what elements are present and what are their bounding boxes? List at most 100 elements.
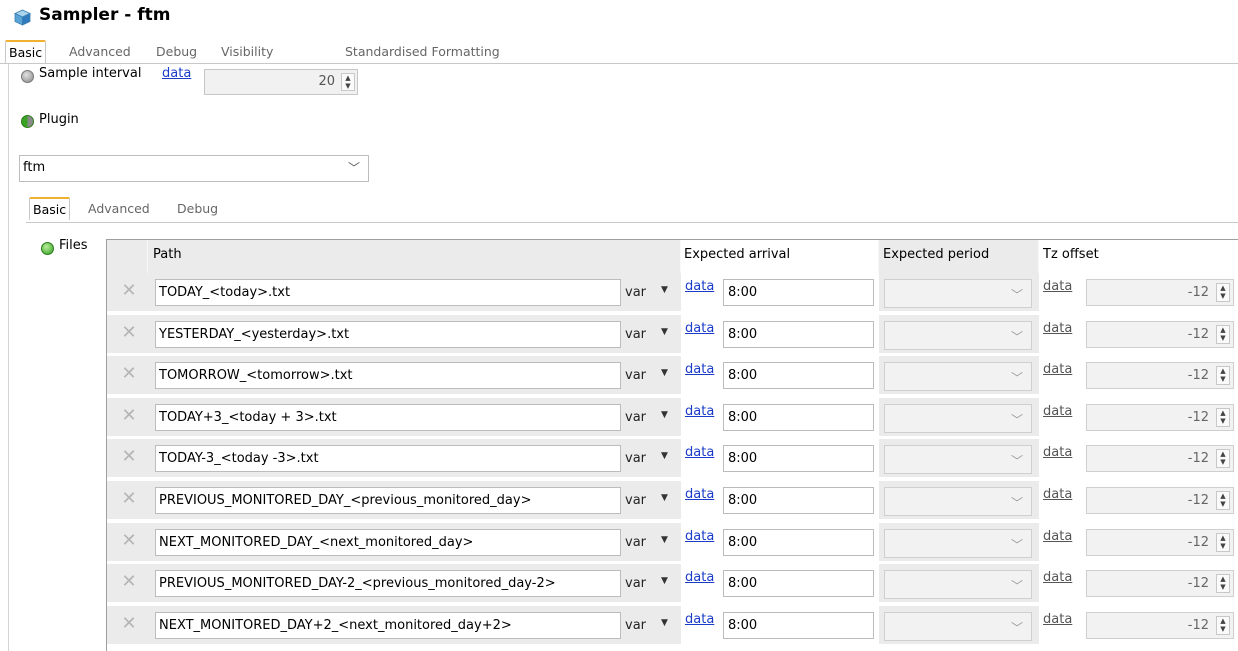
arrival-data-link[interactable]: data (685, 279, 714, 294)
files-radio[interactable] (41, 242, 54, 255)
spinner-arrows-icon[interactable]: ▲ ▼ (1216, 491, 1230, 510)
caret-down-icon[interactable]: ▼ (661, 493, 668, 503)
tz-data-link[interactable]: data (1043, 362, 1072, 377)
arrival-data-link[interactable]: data (685, 487, 714, 502)
expected-period-select[interactable]: ﹀ (884, 445, 1032, 475)
delete-x-icon[interactable]: ✕ (121, 573, 137, 591)
tz-offset-spinner[interactable]: -12 ▲ ▼ (1086, 279, 1234, 306)
tz-data-link[interactable]: data (1043, 570, 1072, 585)
expected-arrival-input[interactable]: 8:00 (723, 528, 874, 556)
var-menu[interactable]: var (625, 327, 646, 342)
tab-basic[interactable]: Basic (5, 40, 47, 63)
delete-x-icon[interactable]: ✕ (121, 406, 137, 424)
tz-offset-spinner[interactable]: -12 ▲ ▼ (1086, 362, 1234, 390)
caret-down-icon[interactable]: ▼ (661, 535, 668, 545)
inner-tab-basic[interactable]: Basic (29, 197, 71, 220)
spinner-arrows-icon[interactable]: ▲ ▼ (1216, 366, 1230, 386)
caret-down-icon[interactable]: ▼ (661, 327, 668, 337)
path-input[interactable]: NEXT_MONITORED_DAY+2_<next_monitored_day… (155, 611, 621, 639)
tz-offset-spinner[interactable]: -12 ▲ ▼ (1086, 445, 1234, 473)
spinner-arrows-icon[interactable]: ▲ ▼ (1216, 407, 1230, 427)
expected-arrival-input[interactable]: 8:00 (723, 320, 874, 348)
tz-data-link[interactable]: data (1043, 321, 1072, 336)
plugin-select[interactable]: ftm ﹀ (19, 155, 369, 182)
expected-period-select[interactable]: ﹀ (884, 611, 1032, 641)
spinner-arrows-icon[interactable]: ▲ ▼ (341, 73, 355, 91)
spinner-arrows-icon[interactable]: ▲ ▼ (1216, 574, 1230, 594)
expected-arrival-input[interactable]: 8:00 (723, 362, 874, 390)
delete-x-icon[interactable]: ✕ (121, 448, 137, 466)
expected-arrival-input[interactable]: 8:00 (723, 487, 874, 514)
expected-period-select[interactable]: ﹀ (884, 528, 1032, 558)
path-input[interactable]: TODAY_<today>.txt (155, 279, 621, 306)
var-menu[interactable]: var (625, 451, 646, 466)
tab-debug[interactable]: Debug (156, 41, 197, 64)
sample-interval-data-link[interactable]: data (162, 66, 191, 81)
tz-data-link[interactable]: data (1043, 404, 1072, 419)
expected-arrival-input[interactable]: 8:00 (723, 279, 874, 306)
tab-standardised-formatting[interactable]: Standardised Formatting (345, 41, 500, 64)
var-menu[interactable]: var (625, 368, 646, 383)
tab-advanced[interactable]: Advanced (69, 41, 131, 64)
caret-down-icon[interactable]: ▼ (661, 451, 668, 461)
inner-tab-advanced[interactable]: Advanced (88, 198, 150, 221)
spinner-arrows-icon[interactable]: ▲ ▼ (1216, 615, 1230, 635)
var-menu[interactable]: var (625, 285, 646, 300)
path-input[interactable]: PREVIOUS_MONITORED_DAY-2_<previous_monit… (155, 570, 621, 598)
expected-arrival-input[interactable]: 8:00 (723, 611, 874, 639)
caret-down-icon[interactable]: ▼ (661, 410, 668, 420)
caret-down-icon[interactable]: ▼ (661, 618, 668, 628)
path-input[interactable]: PREVIOUS_MONITORED_DAY_<previous_monitor… (155, 487, 621, 514)
path-input[interactable]: TODAY-3_<today -3>.txt (155, 445, 621, 473)
path-input[interactable]: TODAY+3_<today + 3>.txt (155, 403, 621, 431)
expected-period-select[interactable]: ﹀ (884, 279, 1032, 308)
caret-down-icon[interactable]: ▼ (661, 368, 668, 378)
arrival-data-link[interactable]: data (685, 612, 714, 627)
var-menu[interactable]: var (625, 618, 646, 633)
tz-offset-spinner[interactable]: -12 ▲ ▼ (1086, 403, 1234, 431)
expected-period-select[interactable]: ﹀ (884, 403, 1032, 433)
expected-period-select[interactable]: ﹀ (884, 320, 1032, 350)
expected-period-select[interactable]: ﹀ (884, 570, 1032, 600)
expected-period-select[interactable]: ﹀ (884, 487, 1032, 516)
delete-x-icon[interactable]: ✕ (121, 282, 137, 300)
tz-offset-spinner[interactable]: -12 ▲ ▼ (1086, 611, 1234, 639)
expected-arrival-input[interactable]: 8:00 (723, 570, 874, 598)
tz-data-link[interactable]: data (1043, 445, 1072, 460)
tz-offset-spinner[interactable]: -12 ▲ ▼ (1086, 487, 1234, 514)
path-input[interactable]: YESTERDAY_<yesterday>.txt (155, 320, 621, 348)
expected-arrival-input[interactable]: 8:00 (723, 445, 874, 473)
path-input[interactable]: NEXT_MONITORED_DAY_<next_monitored_day> (155, 528, 621, 556)
var-menu[interactable]: var (625, 410, 646, 425)
delete-x-icon[interactable]: ✕ (121, 531, 137, 549)
expected-period-select[interactable]: ﹀ (884, 362, 1032, 392)
var-menu[interactable]: var (625, 576, 646, 591)
delete-x-icon[interactable]: ✕ (121, 365, 137, 383)
sample-interval-radio[interactable] (21, 70, 34, 83)
path-input[interactable]: TOMORROW_<tomorrow>.txt (155, 362, 621, 390)
arrival-data-link[interactable]: data (685, 362, 714, 377)
arrival-data-link[interactable]: data (685, 321, 714, 336)
spinner-arrows-icon[interactable]: ▲ ▼ (1216, 283, 1230, 302)
inner-tab-debug[interactable]: Debug (177, 198, 218, 221)
tz-offset-spinner[interactable]: -12 ▲ ▼ (1086, 528, 1234, 556)
delete-x-icon[interactable]: ✕ (121, 614, 137, 632)
plugin-radio[interactable] (21, 115, 34, 128)
delete-x-icon[interactable]: ✕ (121, 490, 137, 508)
arrival-data-link[interactable]: data (685, 445, 714, 460)
tz-data-link[interactable]: data (1043, 612, 1072, 627)
spinner-arrows-icon[interactable]: ▲ ▼ (1216, 324, 1230, 344)
tz-data-link[interactable]: data (1043, 487, 1072, 502)
tz-data-link[interactable]: data (1043, 279, 1072, 294)
delete-x-icon[interactable]: ✕ (121, 323, 137, 341)
arrival-data-link[interactable]: data (685, 529, 714, 544)
tz-offset-spinner[interactable]: -12 ▲ ▼ (1086, 320, 1234, 348)
caret-down-icon[interactable]: ▼ (661, 285, 668, 295)
expected-arrival-input[interactable]: 8:00 (723, 403, 874, 431)
caret-down-icon[interactable]: ▼ (661, 576, 668, 586)
sample-interval-spinner[interactable]: 20 ▲ ▼ (204, 69, 358, 95)
tz-offset-spinner[interactable]: -12 ▲ ▼ (1086, 570, 1234, 598)
var-menu[interactable]: var (625, 493, 646, 508)
var-menu[interactable]: var (625, 535, 646, 550)
tz-data-link[interactable]: data (1043, 529, 1072, 544)
